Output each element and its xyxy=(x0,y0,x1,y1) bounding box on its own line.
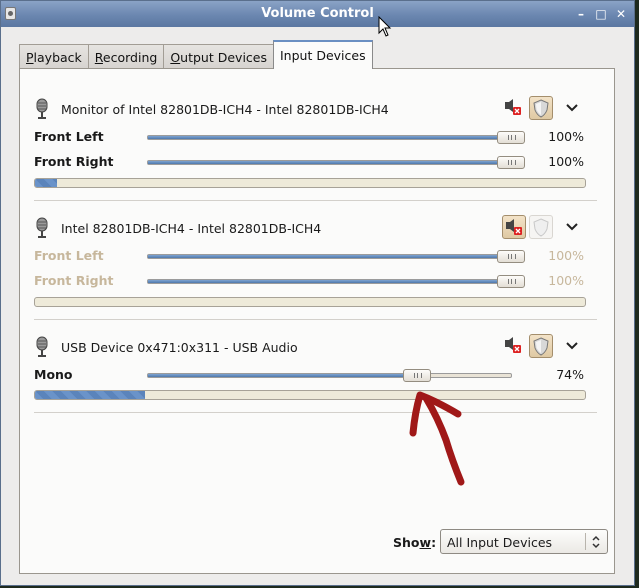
channel-row: Front Left 100% xyxy=(34,127,597,147)
slider-thumb[interactable] xyxy=(497,131,525,144)
slider-thumb[interactable] xyxy=(402,369,431,382)
volume-slider[interactable] xyxy=(147,275,525,288)
device-name: Monitor of Intel 82801DB-ICH4 - Intel 82… xyxy=(61,102,389,117)
maximize-icon[interactable]: □ xyxy=(594,7,608,21)
lock-icon xyxy=(533,337,549,356)
chevron-down-icon[interactable] xyxy=(564,336,580,354)
peak-level-meter xyxy=(34,178,586,188)
channel-label: Front Right xyxy=(34,273,114,288)
channel-percent: 74% xyxy=(556,367,584,382)
mute-button[interactable] xyxy=(502,334,526,358)
channel-percent: 100% xyxy=(548,154,584,169)
window-menu-icon[interactable] xyxy=(5,7,16,20)
tab-recording[interactable]: Recording xyxy=(87,44,165,69)
microphone-icon xyxy=(36,336,48,357)
volume-slider[interactable] xyxy=(147,131,525,144)
minimize-icon[interactable]: – xyxy=(574,7,588,21)
chevron-down-icon[interactable] xyxy=(564,217,580,235)
channel-label: Front Right xyxy=(34,154,114,169)
channel-label: Front Left xyxy=(34,248,104,263)
lock-channels-button[interactable] xyxy=(529,215,553,239)
device-separator xyxy=(34,319,597,320)
show-filter-value: All Input Devices xyxy=(447,535,553,550)
channel-row: Front Right 100% xyxy=(34,271,597,291)
volume-slider[interactable] xyxy=(147,250,525,263)
peak-level-meter xyxy=(34,390,586,400)
title-bar[interactable]: Volume Control – □ ✕ xyxy=(1,1,634,27)
mute-icon xyxy=(505,99,521,115)
updown-arrows-icon xyxy=(592,535,600,549)
channel-percent: 100% xyxy=(548,248,584,263)
mute-button[interactable] xyxy=(502,215,526,239)
channel-row: Front Right 100% xyxy=(34,152,597,172)
device-separator xyxy=(34,200,597,201)
show-filter-label: Show: xyxy=(393,535,437,550)
slider-thumb[interactable] xyxy=(497,275,525,288)
close-icon[interactable]: ✕ xyxy=(614,7,628,21)
window-title: Volume Control xyxy=(261,6,374,21)
chevron-down-icon[interactable] xyxy=(564,98,580,116)
device-name: Intel 82801DB-ICH4 - Intel 82801DB-ICH4 xyxy=(61,221,322,236)
lock-icon xyxy=(533,218,549,237)
slider-thumb[interactable] xyxy=(497,250,525,263)
device-separator xyxy=(34,412,597,413)
input-devices-panel: Monitor of Intel 82801DB-ICH4 - Intel 82… xyxy=(19,68,615,574)
channel-percent: 100% xyxy=(548,273,584,288)
show-filter-select[interactable]: All Input Devices xyxy=(440,529,608,554)
mouse-pointer-icon xyxy=(378,16,392,37)
lock-icon xyxy=(533,99,549,118)
channel-percent: 100% xyxy=(548,129,584,144)
peak-level-meter xyxy=(34,297,586,307)
tab-input-devices[interactable]: Input Devices xyxy=(273,40,373,69)
tab-bar: Playback Recording Output Devices Input … xyxy=(19,40,373,69)
channel-label: Front Left xyxy=(34,129,104,144)
slider-thumb[interactable] xyxy=(497,156,525,169)
volume-control-window: Volume Control – □ ✕ Playback Recording … xyxy=(0,0,635,586)
microphone-icon xyxy=(36,98,48,119)
lock-channels-button[interactable] xyxy=(529,96,553,120)
tab-playback[interactable]: Playback xyxy=(19,44,89,69)
mute-icon xyxy=(506,219,522,235)
channel-row: Front Left 100% xyxy=(34,246,597,266)
volume-slider[interactable] xyxy=(147,156,525,169)
device-name: USB Device 0x471:0x311 - USB Audio xyxy=(61,340,298,355)
mute-icon xyxy=(505,337,521,353)
channel-label: Mono xyxy=(34,367,73,382)
microphone-icon xyxy=(36,217,48,238)
volume-slider[interactable] xyxy=(147,369,512,382)
lock-channels-button[interactable] xyxy=(529,334,553,358)
tab-output-devices[interactable]: Output Devices xyxy=(163,44,274,69)
channel-row: Mono 74% xyxy=(34,365,597,385)
mute-button[interactable] xyxy=(502,96,526,120)
